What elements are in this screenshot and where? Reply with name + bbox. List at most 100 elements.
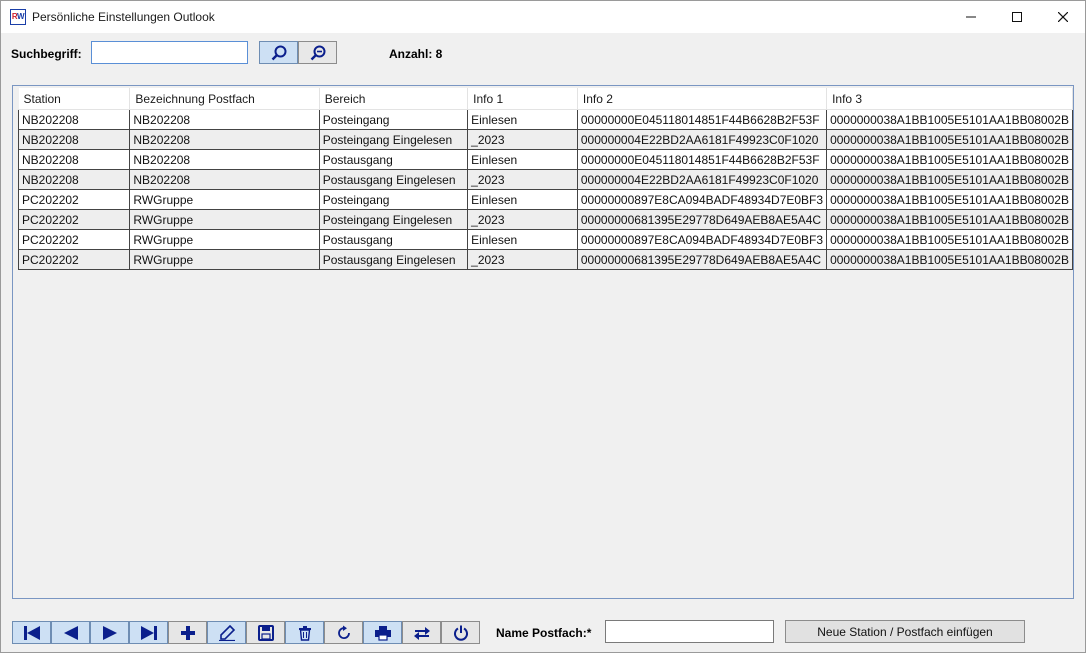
table-cell[interactable]: NB202208 [17, 109, 131, 130]
first-record-icon [23, 625, 40, 640]
name-postfach-label: Name Postfach:* [496, 626, 592, 640]
next-record-button[interactable] [90, 621, 129, 644]
rw-app-icon: RW [10, 9, 26, 25]
table-cell[interactable]: 0000000038A1BB1005E5101AA1BB08002B [826, 129, 1073, 150]
table-cell[interactable]: 0000000038A1BB1005E5101AA1BB08002B [826, 249, 1073, 270]
table-cell[interactable]: RWGruppe [129, 209, 320, 230]
table-row[interactable]: NB202208 NB202208 Postausgang Einlesen 00000… [17, 149, 1073, 170]
table-cell[interactable]: 0000000038A1BB1005E5101AA1BB08002B [826, 229, 1073, 250]
insert-station-button[interactable]: Neue Station / Postfach einfügen [785, 620, 1025, 643]
table-cell[interactable]: Postausgang [318, 229, 469, 250]
previous-record-button[interactable] [51, 621, 90, 644]
table-cell[interactable]: NB202208 [17, 129, 131, 150]
last-record-button[interactable] [129, 621, 168, 644]
table-row[interactable]: PC202202 RWGruppe Postausgang Einlesen 00000… [17, 229, 1073, 250]
table-cell[interactable]: Einlesen [467, 109, 578, 130]
column-header[interactable]: Bereich [319, 88, 469, 110]
table-cell[interactable]: _2023 [467, 209, 578, 230]
save-icon [257, 624, 274, 641]
add-button[interactable] [168, 621, 207, 644]
table-cell[interactable]: 00000000897E8CA094BADF48934D7E0BF3 [576, 229, 828, 250]
table-cell[interactable]: Einlesen [467, 149, 578, 170]
transfer-button[interactable] [402, 621, 441, 644]
maximize-icon[interactable] [994, 1, 1040, 33]
table-cell[interactable]: 0000000038A1BB1005E5101AA1BB08002B [826, 149, 1073, 170]
table-row[interactable]: PC202202 RWGruppe Posteingang Einlesen 00000… [17, 189, 1073, 210]
table-cell[interactable]: RWGruppe [129, 229, 320, 250]
table-row[interactable]: NB202208 NB202208 Postausgang Eingelesen _2… [17, 169, 1073, 190]
close-icon[interactable] [1040, 1, 1085, 33]
delete-icon [298, 625, 311, 641]
table-cell[interactable]: 0000000038A1BB1005E5101AA1BB08002B [826, 189, 1073, 210]
delete-button[interactable] [285, 621, 324, 644]
table-cell[interactable]: 0000000038A1BB1005E5101AA1BB08002B [826, 169, 1073, 190]
column-header[interactable]: Info 1 [467, 88, 578, 110]
table-cell[interactable]: Posteingang Eingelesen [318, 129, 469, 150]
refresh-icon [337, 625, 350, 639]
edit-button[interactable] [207, 621, 246, 644]
table-cell[interactable]: NB202208 [129, 129, 320, 150]
column-header[interactable]: Station [18, 88, 131, 110]
table-cell[interactable]: NB202208 [17, 149, 131, 170]
save-button[interactable] [246, 621, 285, 644]
table-cell[interactable]: Posteingang Eingelesen [318, 209, 469, 230]
exit-button[interactable] [441, 621, 480, 644]
table-cell[interactable]: NB202208 [17, 169, 131, 190]
table-cell[interactable]: 000000004E22BD2AA6181F49923C0F1020 [576, 129, 828, 150]
search-input[interactable] [91, 41, 248, 64]
table-cell[interactable]: 00000000681395E29778D649AEB8AE5A4C [576, 209, 828, 230]
table-cell[interactable]: PC202202 [17, 209, 131, 230]
table-cell[interactable]: NB202208 [129, 109, 320, 130]
table-cell[interactable]: Einlesen [467, 189, 578, 210]
title-bar: RW Persönliche Einstellungen Outlook [1, 1, 1085, 33]
search-button[interactable] [259, 41, 298, 64]
table-cell[interactable]: RWGruppe [129, 189, 320, 210]
print-button[interactable] [363, 621, 402, 644]
column-header[interactable]: Info 2 [577, 88, 828, 110]
table-cell[interactable]: _2023 [467, 249, 578, 270]
add-icon [180, 625, 195, 640]
table-cell[interactable]: Postausgang Eingelesen [318, 249, 469, 270]
table-cell[interactable]: 00000000897E8CA094BADF48934D7E0BF3 [576, 189, 828, 210]
table-cell[interactable]: 0000000038A1BB1005E5101AA1BB08002B [826, 109, 1073, 130]
app-window: RW Persönliche Einstellungen Outlook Suc… [0, 0, 1086, 653]
minimize-icon[interactable] [948, 1, 994, 33]
table-cell[interactable]: PC202202 [17, 189, 131, 210]
table-cell[interactable]: Posteingang [318, 189, 469, 210]
table-cell[interactable]: _2023 [467, 129, 578, 150]
table-cell[interactable]: 00000000E045118014851F44B6628B2F53F [576, 149, 828, 170]
refresh-button[interactable] [324, 621, 363, 644]
table-cell[interactable]: 00000000681395E29778D649AEB8AE5A4C [576, 249, 828, 270]
table-cell[interactable]: PC202202 [17, 249, 131, 270]
table-row[interactable]: PC202202 RWGruppe Postausgang Eingelesen _2… [17, 249, 1073, 270]
first-record-button[interactable] [12, 621, 51, 644]
table-cell[interactable]: NB202208 [129, 169, 320, 190]
print-icon [374, 625, 391, 641]
table-cell[interactable]: Postausgang Eingelesen [318, 169, 469, 190]
zoom-in-search-icon [271, 45, 286, 60]
zoom-out-search-icon [310, 45, 325, 60]
table-cell[interactable]: NB202208 [129, 149, 320, 170]
search-label: Suchbegriff: [11, 47, 82, 61]
table-cell[interactable]: Postausgang [318, 149, 469, 170]
column-header[interactable]: Info 3 [826, 88, 1073, 110]
table-cell[interactable]: RWGruppe [129, 249, 320, 270]
table-cell[interactable]: 00000000E045118014851F44B6628B2F53F [576, 109, 828, 130]
previous-record-icon [63, 625, 78, 640]
table-row[interactable]: PC202202 RWGruppe Posteingang Eingelesen _2… [17, 209, 1073, 230]
table-row[interactable]: NB202208 NB202208 Posteingang Eingelesen _2… [17, 129, 1073, 150]
table-row[interactable]: NB202208 NB202208 Posteingang Einlesen 00000… [17, 109, 1073, 130]
name-postfach-input[interactable] [605, 620, 774, 643]
table-cell[interactable]: Posteingang [318, 109, 469, 130]
table-cell[interactable]: 000000004E22BD2AA6181F49923C0F1020 [576, 169, 828, 190]
mailbox-table: Station Bezeichnung Postfach Bereich Inf… [17, 88, 1073, 270]
table-cell[interactable]: _2023 [467, 169, 578, 190]
table-cell[interactable]: PC202202 [17, 229, 131, 250]
last-record-icon [140, 625, 157, 640]
clear-search-button[interactable] [298, 41, 337, 64]
table-cell[interactable]: 0000000038A1BB1005E5101AA1BB08002B [826, 209, 1073, 230]
table-cell[interactable]: Einlesen [467, 229, 578, 250]
column-header[interactable]: Bezeichnung Postfach [129, 88, 320, 110]
data-grid[interactable]: Station Bezeichnung Postfach Bereich Inf… [12, 85, 1074, 599]
edit-icon [218, 624, 235, 641]
